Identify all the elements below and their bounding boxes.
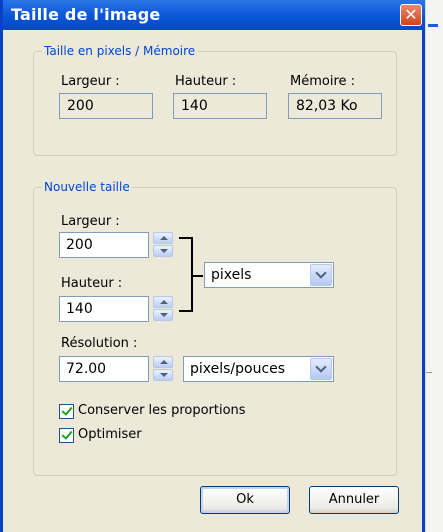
link-bracket [179, 237, 193, 312]
memory-value: 82,03 Ko [288, 93, 382, 119]
width-down-arrow-icon[interactable] [153, 245, 173, 257]
resolution-input[interactable]: 72.00 [59, 356, 149, 382]
new-width-input[interactable]: 200 [59, 232, 149, 258]
close-icon[interactable]: ✕ [400, 4, 422, 26]
background-tick [426, 372, 432, 373]
memory-label: Mémoire : [290, 74, 356, 89]
chevron-down-icon[interactable] [310, 358, 332, 380]
new-width-label: Largeur : [61, 214, 120, 229]
background-window-fragment [428, 6, 438, 27]
resolution-unit-select[interactable]: pixels/pouces [183, 356, 334, 382]
keep-proportions-checkbox[interactable] [59, 404, 74, 419]
unit-select-value: pixels [211, 267, 252, 283]
resolution-unit-value: pixels/pouces [190, 361, 286, 377]
current-height-value: 140 [173, 93, 267, 119]
background-window-edge [425, 0, 443, 532]
optimize-checkbox[interactable] [59, 428, 74, 443]
optimize-label[interactable]: Optimiser [78, 427, 142, 442]
new-size-legend: Nouvelle taille [44, 180, 130, 194]
title-bar[interactable]: Taille de l'image ✕ [3, 0, 428, 30]
resolution-up-arrow-icon[interactable] [153, 356, 173, 368]
chevron-down-icon[interactable] [310, 264, 332, 286]
height-up-arrow-icon[interactable] [153, 296, 173, 308]
resolution-down-arrow-icon[interactable] [153, 369, 173, 381]
resolution-label: Résolution : [61, 336, 138, 351]
ok-button[interactable]: Ok [200, 486, 290, 514]
link-bracket-tick [193, 275, 203, 277]
height-spinner[interactable] [153, 296, 173, 322]
width-up-arrow-icon[interactable] [153, 232, 173, 244]
new-height-label: Hauteur : [61, 276, 123, 291]
current-height-label: Hauteur : [175, 74, 237, 89]
unit-select[interactable]: pixels [204, 262, 334, 288]
pixel-size-legend: Taille en pixels / Mémoire [44, 44, 196, 58]
cancel-button[interactable]: Annuler [309, 486, 399, 514]
keep-proportions-label[interactable]: Conserver les proportions [78, 403, 246, 418]
new-height-input[interactable]: 140 [59, 296, 149, 322]
current-width-value: 200 [59, 93, 153, 119]
image-size-dialog: Taille de l'image ✕ Taille en pixels / M… [0, 0, 428, 532]
resolution-spinner[interactable] [153, 356, 173, 382]
dialog-title: Taille de l'image [11, 5, 161, 24]
width-spinner[interactable] [153, 232, 173, 258]
height-down-arrow-icon[interactable] [153, 309, 173, 321]
current-width-label: Largeur : [61, 74, 120, 89]
